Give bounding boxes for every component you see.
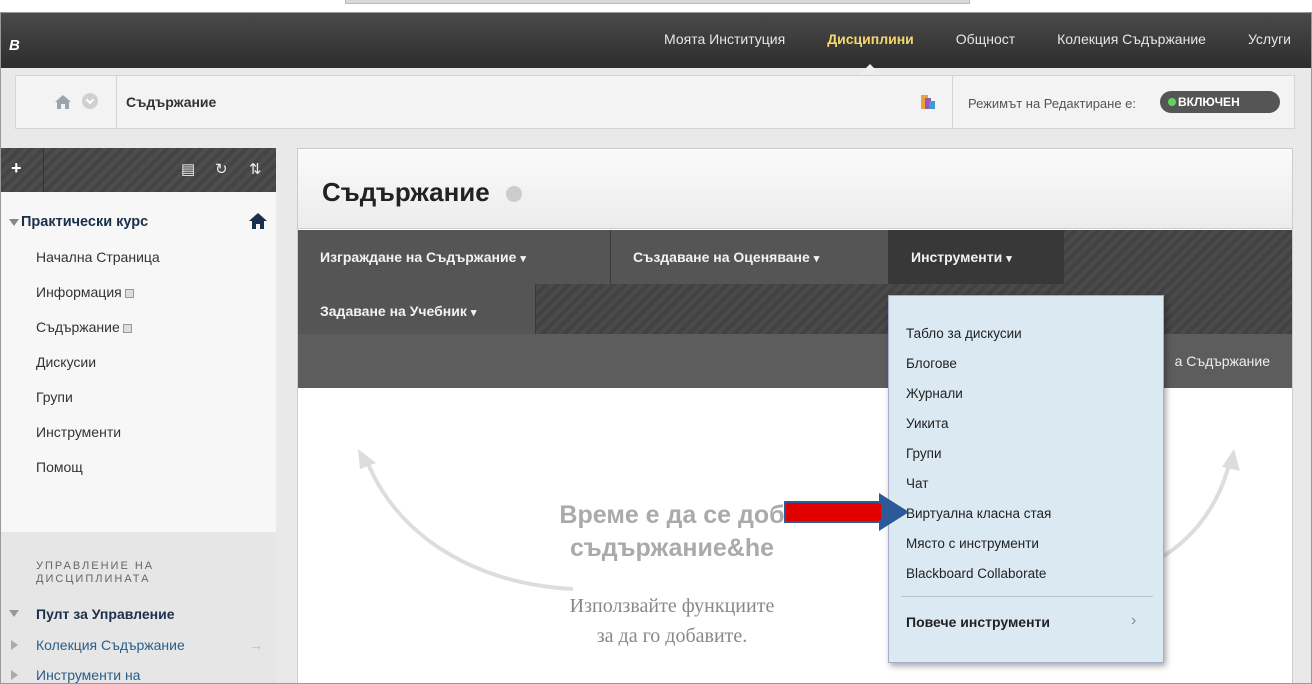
content-collection-item[interactable]: Колекция Съдържание <box>36 637 185 653</box>
sidebar-item-information[interactable]: Информация <box>36 284 134 300</box>
red-pointer-arrow-icon <box>784 493 909 531</box>
folder-view-icon[interactable]: ▤ <box>181 160 195 178</box>
menu-item-virtual-classroom[interactable]: Виртуална класна стая <box>906 506 1051 521</box>
arrow-right-icon: → <box>249 637 263 653</box>
browser-frame: B Моята Институция Дисциплини Общност Ко… <box>0 12 1312 684</box>
tab-my-institution[interactable]: Моята Институция <box>664 31 785 47</box>
tools-menu-button[interactable]: Инструменти ▾ <box>889 230 1064 284</box>
refresh-icon[interactable]: ↻ <box>215 160 228 178</box>
sidebar-item-discussions[interactable]: Дискусии <box>36 354 96 370</box>
secondary-action-link[interactable]: а Съдържание <box>1175 353 1270 369</box>
build-content-label: Изграждане на Съдържание <box>320 249 517 265</box>
edit-mode-label: Режимът на Редактиране е: <box>968 96 1137 111</box>
breadcrumb-divider <box>116 76 117 128</box>
reorder-icon[interactable]: ⇅ <box>249 160 262 178</box>
top-navigation: B Моята Институция Дисциплини Общност Ко… <box>1 13 1311 74</box>
chevron-down-icon: ▾ <box>520 253 526 265</box>
textbook-label: Задаване на Учебник <box>320 303 467 319</box>
chevron-down-icon: ▾ <box>1006 253 1012 265</box>
mode-divider <box>952 76 953 128</box>
status-dot-icon <box>1168 98 1176 106</box>
toolbar-divider <box>43 148 44 192</box>
sidebar-item-home[interactable]: Начална Страница <box>36 249 160 265</box>
menu-item-groups[interactable]: Групи <box>906 446 942 461</box>
add-menu-item-icon[interactable]: + <box>11 158 22 179</box>
theme-palette-icon[interactable] <box>920 94 936 110</box>
top-decoration <box>345 0 970 4</box>
tab-services[interactable]: Услуги <box>1248 31 1291 47</box>
menu-item-blogs[interactable]: Блогове <box>906 356 957 371</box>
hidden-indicator-icon <box>124 288 134 298</box>
menu-item-blackboard-collaborate[interactable]: Blackboard Collaborate <box>906 566 1046 581</box>
menu-item-tool-area[interactable]: Място с инструменти <box>906 536 1039 551</box>
tab-community[interactable]: Общност <box>956 31 1015 47</box>
create-assessment-label: Създаване на Оценяване <box>633 249 810 265</box>
blackboard-logo-icon: B <box>9 37 20 54</box>
home-icon[interactable] <box>54 94 72 110</box>
sidebar-item-label: Информация <box>36 284 122 300</box>
breadcrumb: Съдържание Режимът на Редактиране е: ВКЛ… <box>15 75 1295 129</box>
chevron-right-icon: › <box>1131 612 1137 629</box>
menu-item-discussion-board[interactable]: Табло за дискусии <box>906 326 1022 341</box>
hidden-indicator-icon <box>122 323 132 333</box>
chevron-down-icon: ▾ <box>813 253 820 265</box>
menu-divider <box>901 596 1153 597</box>
sidebar-item-label: Съдържание <box>36 319 120 335</box>
chevron-down-icon: ▾ <box>470 307 477 319</box>
chevron-down-icon[interactable] <box>506 186 522 202</box>
course-home-icon[interactable] <box>249 212 267 230</box>
menu-item-wikis[interactable]: Уикита <box>906 416 949 431</box>
page-title: Съдържание <box>322 177 490 207</box>
sidebar-item-tools[interactable]: Инструменти <box>36 424 121 440</box>
tools-menu-label: Инструменти <box>911 249 1003 265</box>
sidebar-item-content[interactable]: Съдържание <box>36 319 132 335</box>
breadcrumb-current: Съдържание <box>126 94 217 110</box>
edit-mode-toggle[interactable]: ВКЛЮЧЕН <box>1160 91 1280 113</box>
tab-content-collection[interactable]: Колекция Съдържание <box>1057 31 1206 47</box>
course-management-section: УПРАВЛЕНИЕ НА ДИСЦИПЛИНАТА Пулт за Управ… <box>1 532 276 683</box>
collapse-triangle-icon[interactable] <box>9 610 19 617</box>
create-assessment-button[interactable]: Създаване на Оценяване ▾ <box>611 230 889 284</box>
chevron-down-icon[interactable] <box>82 93 98 109</box>
course-title[interactable]: Практически курс <box>21 214 148 230</box>
course-management-title: УПРАВЛЕНИЕ НА ДИСЦИПЛИНАТА <box>36 560 155 585</box>
menu-item-chat[interactable]: Чат <box>906 476 928 491</box>
menu-item-journals[interactable]: Журнали <box>906 386 963 401</box>
course-menu-toolbar: + ▤ ↻ ⇅ <box>1 148 276 192</box>
control-panel-item[interactable]: Пулт за Управление <box>36 606 175 622</box>
build-content-button[interactable]: Изграждане на Съдържание ▾ <box>298 230 611 284</box>
tools-dropdown-menu: Табло за дискусии Блогове Журнали Уикита… <box>888 295 1164 663</box>
content-header: Съдържание <box>298 149 1292 229</box>
expand-triangle-icon[interactable] <box>11 640 18 650</box>
more-tools-item[interactable]: Повече инструменти <box>906 614 1050 630</box>
textbook-button[interactable]: Задаване на Учебник ▾ <box>298 284 536 338</box>
sidebar-item-groups[interactable]: Групи <box>36 389 73 405</box>
tab-courses[interactable]: Дисциплини <box>827 31 914 74</box>
edit-mode-value: ВКЛЮЧЕН <box>1178 95 1240 109</box>
course-tools-item[interactable]: Инструменти на <box>36 667 140 683</box>
course-menu: Практически курс Начална Страница Информ… <box>1 192 276 683</box>
sidebar-item-help[interactable]: Помощ <box>36 459 83 475</box>
expand-triangle-icon[interactable] <box>11 670 18 680</box>
collapse-triangle-icon[interactable] <box>9 219 19 226</box>
